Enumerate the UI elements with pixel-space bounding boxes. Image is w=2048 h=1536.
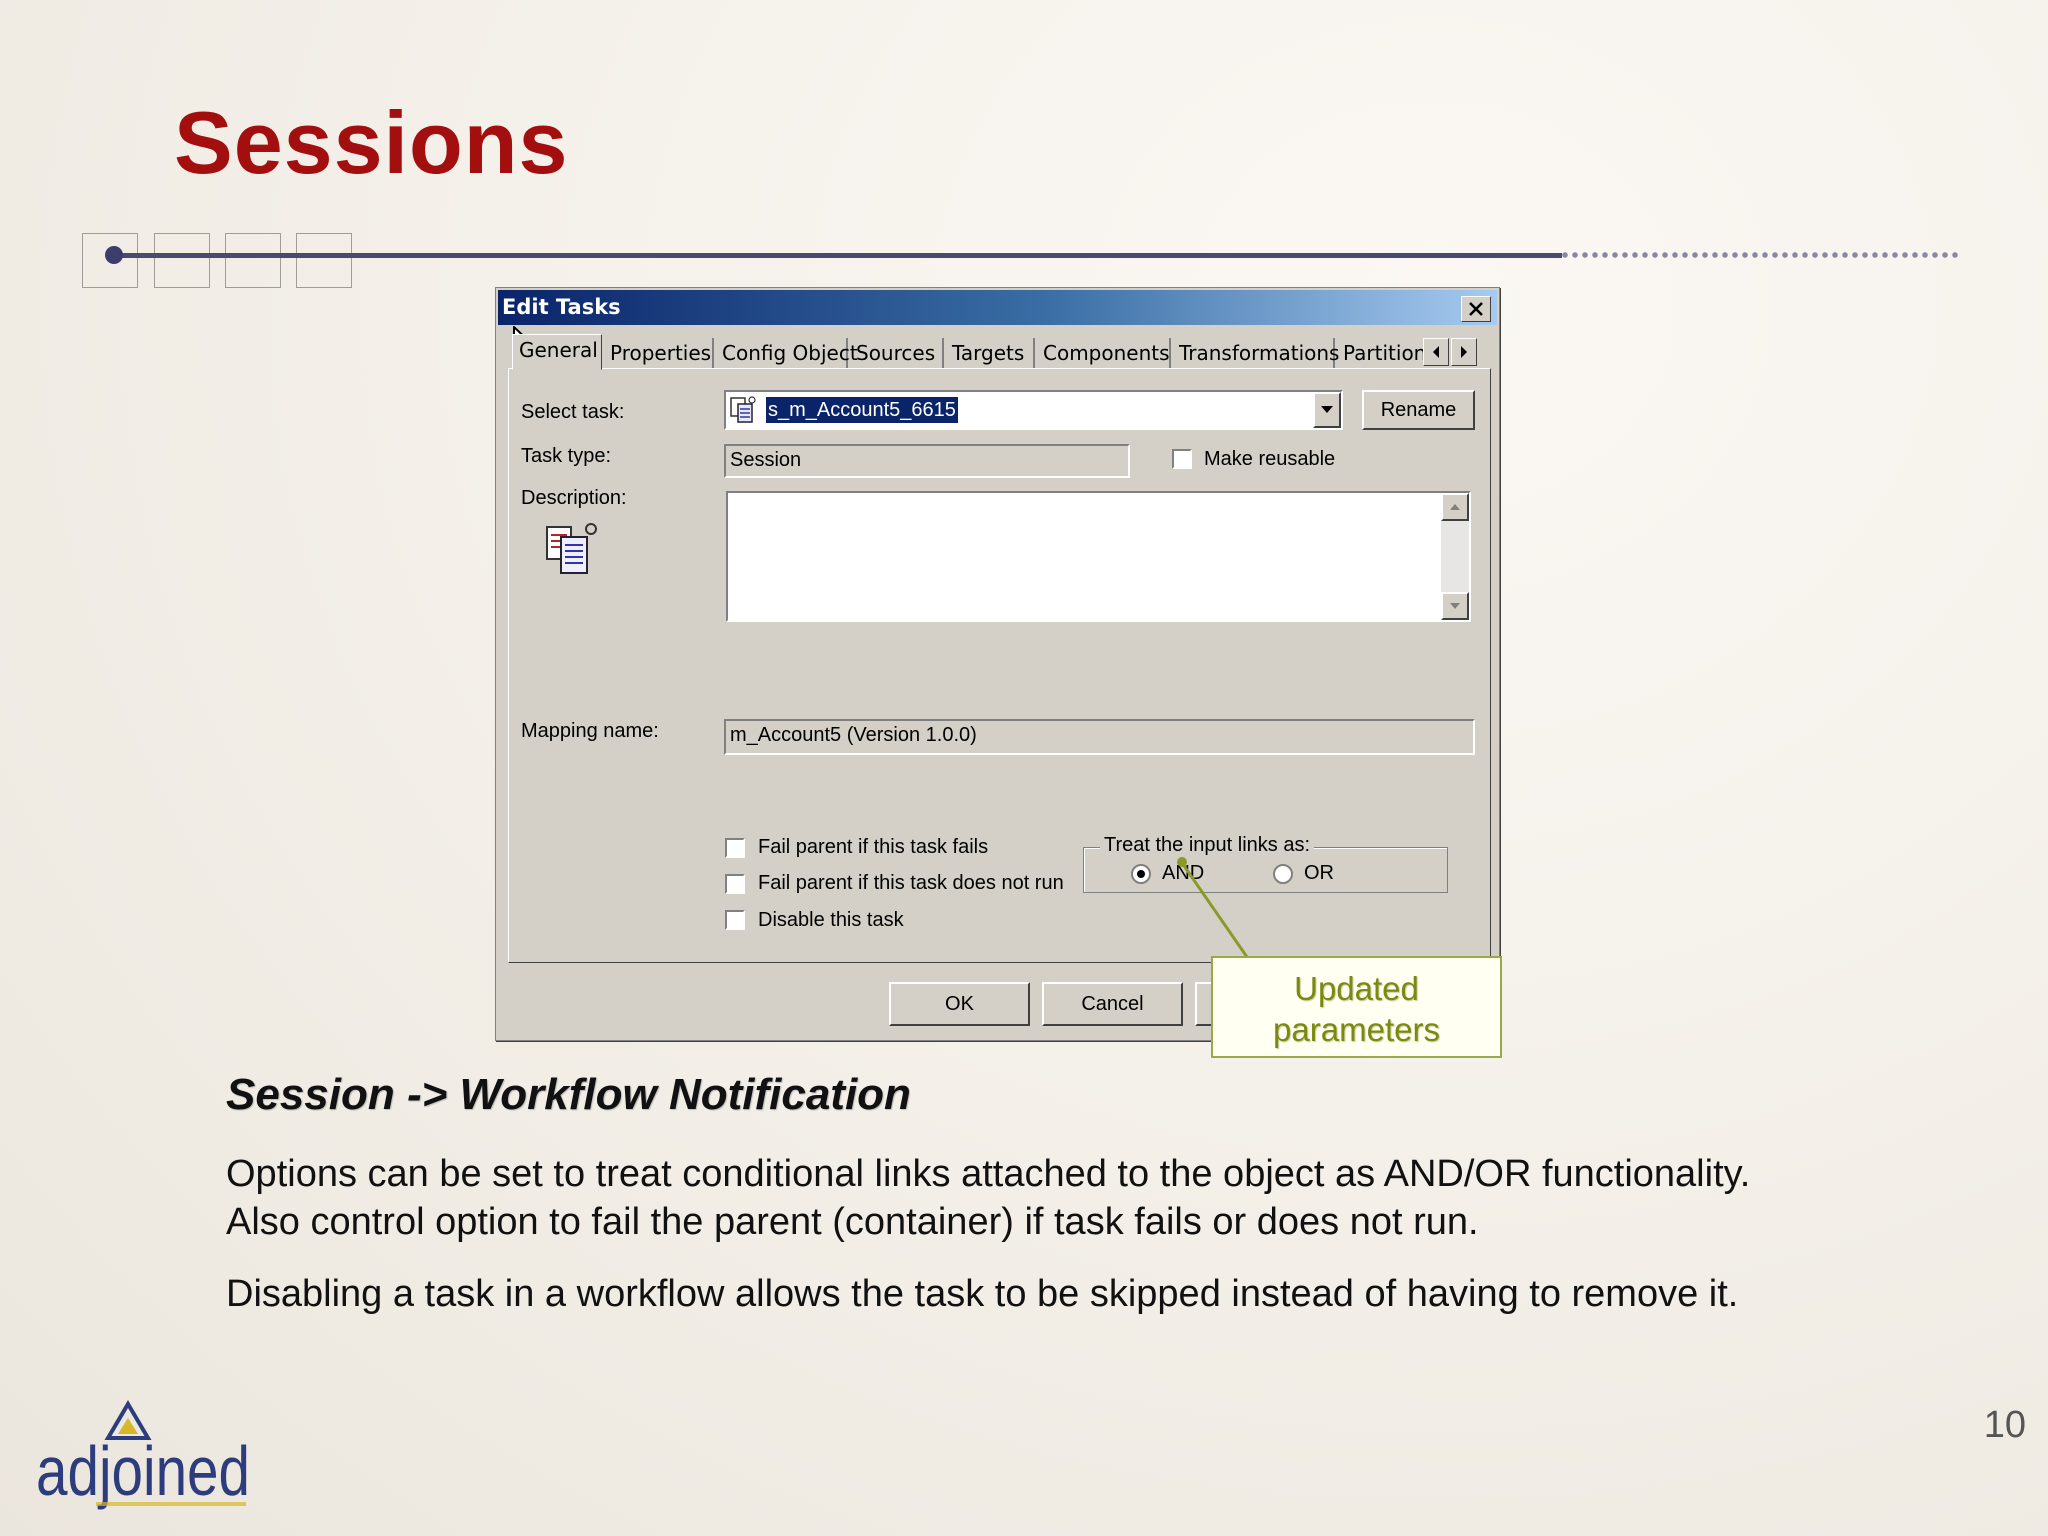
description-textarea[interactable]: [726, 491, 1471, 622]
mapping-name-label: Mapping name:: [521, 720, 659, 742]
tab-properties[interactable]: Properties: [604, 338, 714, 368]
ok-button[interactable]: OK: [889, 982, 1030, 1026]
tab-scroll-left-button[interactable]: [1423, 338, 1449, 366]
svg-text:adjoined: adjoined: [36, 1432, 250, 1510]
tab-sources[interactable]: Sources: [850, 338, 944, 368]
mapping-name-field: m_Account5 (Version 1.0.0): [724, 719, 1475, 755]
fail-parent-fails-checkbox[interactable]: [725, 838, 745, 858]
page-number: 10: [1983, 1404, 2026, 1446]
select-task-value: s_m_Account5_6615: [766, 397, 958, 423]
dialog-title: Edit Tasks: [502, 295, 621, 319]
callout-line-1: Updated: [1294, 970, 1419, 1007]
scroll-down-button[interactable]: [1441, 592, 1469, 620]
description-label: Description:: [521, 487, 627, 509]
chevron-down-icon: [1321, 406, 1333, 413]
updated-parameters-callout: Updated parameters: [1211, 956, 1502, 1058]
scroll-up-button[interactable]: [1441, 493, 1469, 521]
body-paragraph-2: Disabling a task in a workflow allows th…: [226, 1273, 1739, 1315]
tab-partition[interactable]: Partition: [1337, 338, 1426, 368]
decorative-line: [112, 253, 1562, 258]
slide-title: Sessions: [174, 93, 569, 192]
arrow-left-icon: [1433, 346, 1439, 358]
close-icon: [1469, 302, 1483, 316]
subheading: Session -> Workflow Notification: [226, 1070, 911, 1119]
or-label: OR: [1304, 862, 1334, 884]
fail-parent-fails-label: Fail parent if this task fails: [758, 836, 989, 858]
adjoined-logo: adjoined: [36, 1400, 250, 1510]
task-type-label: Task type:: [521, 445, 612, 467]
or-radio[interactable]: [1273, 864, 1293, 884]
disable-task-checkbox[interactable]: [725, 910, 745, 930]
fail-parent-not-run-label: Fail parent if this task does not run: [758, 872, 1064, 894]
make-reusable-checkbox[interactable]: [1172, 449, 1192, 469]
callout-line-2: parameters: [1273, 1011, 1440, 1048]
fail-parent-not-run-checkbox[interactable]: [725, 874, 745, 894]
decorative-square: [154, 233, 210, 288]
session-large-icon: [546, 523, 597, 574]
select-task-label: Select task:: [521, 401, 625, 423]
task-type-field: Session: [724, 444, 1130, 478]
tab-general[interactable]: General: [512, 334, 602, 370]
arrow-right-icon: [1461, 346, 1467, 358]
select-task-dropdown[interactable]: s_m_Account5_6615: [724, 390, 1343, 430]
tab-transformations[interactable]: Transformations: [1173, 338, 1339, 368]
decorative-square: [296, 233, 352, 288]
dropdown-arrow-button[interactable]: [1313, 392, 1341, 428]
tab-config-object[interactable]: Config Object: [716, 338, 858, 368]
arrow-up-icon: [1450, 504, 1460, 510]
tab-components[interactable]: Components: [1037, 338, 1171, 368]
input-links-group-label: Treat the input links as:: [1100, 834, 1315, 857]
description-scrollbar[interactable]: [1441, 493, 1469, 620]
radio-selected-dot: [1137, 870, 1145, 878]
decorative-dotted-line: [1560, 251, 1960, 259]
body-paragraph-1-line-1: Options can be set to treat conditional …: [226, 1153, 1751, 1195]
body-paragraph-1-line-2: Also control option to fail the parent (…: [226, 1201, 1479, 1243]
decorative-square: [225, 233, 281, 288]
disable-task-label: Disable this task: [758, 909, 904, 931]
tab-scroll-right-button[interactable]: [1451, 338, 1477, 366]
dialog-titlebar[interactable]: Edit Tasks: [498, 290, 1497, 325]
decorative-bullet-dot: [105, 246, 123, 264]
rename-button[interactable]: Rename: [1362, 390, 1475, 430]
session-task-icon: [730, 396, 756, 423]
cancel-button[interactable]: Cancel: [1042, 982, 1183, 1026]
and-label: AND: [1162, 862, 1205, 884]
tab-targets[interactable]: Targets: [946, 338, 1035, 368]
and-radio[interactable]: [1131, 864, 1151, 884]
arrow-down-icon: [1450, 603, 1460, 609]
close-button[interactable]: [1461, 296, 1491, 322]
tab-strip: General Properties Config Object Sources…: [512, 334, 1491, 370]
make-reusable-label: Make reusable: [1204, 448, 1336, 470]
